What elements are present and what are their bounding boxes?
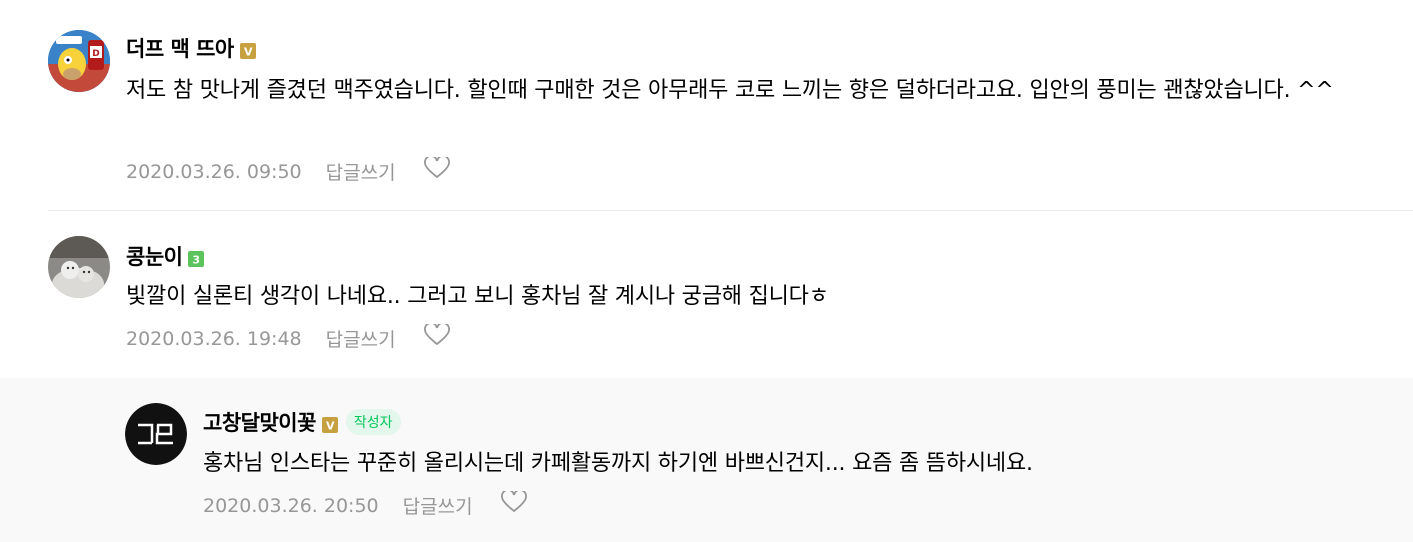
comment-author[interactable]: 고창달맞이꽃 V 작성자 — [203, 407, 401, 437]
heart-icon[interactable] — [500, 489, 527, 518]
comment-date: 2020.03.26. 19:48 — [126, 327, 302, 350]
comment-author[interactable]: 콩눈이 3 — [126, 241, 205, 271]
author-tag: 작성자 — [345, 409, 401, 435]
reply-button[interactable]: 답글쓰기 — [326, 158, 396, 185]
level-badge-icon: V — [239, 40, 256, 59]
level-badge-icon: V — [321, 414, 338, 433]
comment-date: 2020.03.26. 20:50 — [203, 494, 379, 517]
comment-item: D 더프 맥 뜨아 V 저도 참 맛나게 즐겼던 맥주였습니다. 할인때 구매한 … — [0, 0, 1413, 210]
comment-author-name[interactable]: 더프 맥 뜨아 — [126, 37, 234, 61]
level-badge-icon: 3 — [188, 248, 205, 267]
reply-button[interactable]: 답글쓰기 — [403, 492, 473, 519]
level-badge-label: V — [326, 420, 335, 433]
comment-author-name[interactable]: 고창달맞이꽃 — [203, 411, 316, 435]
heart-icon[interactable] — [423, 155, 450, 184]
comment-text: 빛깔이 실론티 생각이 나네요.. 그러고 보니 홍차님 잘 계시나 궁금해 집… — [126, 284, 829, 309]
reply-comment-item: 고창달맞이꽃 V 작성자 홍차님 인스타는 꾸준히 올리시는데 카페활동까지 하기엔… — [0, 378, 1413, 542]
comment-item: 콩눈이 3 빛깔이 실론티 생각이 나네요.. 그러고 보니 홍차님 잘 계시나 … — [0, 211, 1413, 377]
svg-text:D: D — [92, 49, 99, 59]
gochang-logo-avatar-icon — [125, 403, 187, 465]
level-badge-label: 3 — [193, 254, 200, 267]
avatar[interactable] — [48, 236, 110, 298]
reply-button[interactable]: 답글쓰기 — [326, 325, 396, 352]
comment-date: 2020.03.26. 09:50 — [126, 160, 302, 183]
avatar[interactable] — [125, 403, 187, 465]
comment-author[interactable]: 더프 맥 뜨아 V — [126, 33, 256, 63]
snowman-photo-avatar-icon — [48, 236, 110, 298]
heart-icon[interactable] — [423, 322, 450, 351]
simpsons-homer-avatar-icon: D — [48, 30, 110, 92]
comment-meta: 2020.03.26. 09:50 답글쓰기 — [126, 155, 450, 185]
comment-text: 홍차님 인스타는 꾸준히 올리시는데 카페활동까지 하기엔 바쁘신건지... 요… — [203, 451, 1033, 476]
comment-author-name[interactable]: 콩눈이 — [126, 245, 183, 269]
avatar[interactable]: D — [48, 30, 110, 92]
comment-meta: 2020.03.26. 20:50 답글쓰기 — [203, 489, 527, 519]
comment-text: 저도 참 맛나게 즐겼던 맥주였습니다. 할인때 구매한 것은 아무래두 코로 … — [126, 78, 1334, 103]
comment-meta: 2020.03.26. 19:48 답글쓰기 — [126, 322, 450, 352]
level-badge-label: V — [244, 46, 253, 59]
